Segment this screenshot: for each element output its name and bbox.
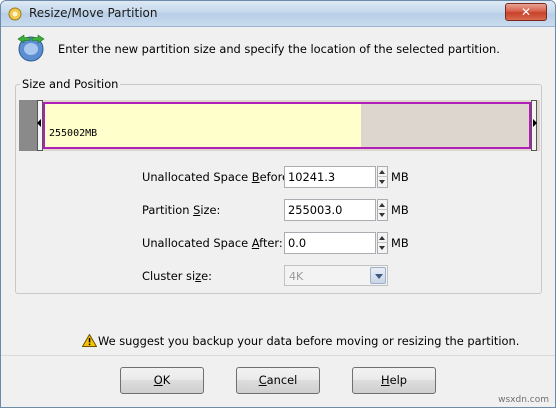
arrow-left-icon xyxy=(37,119,41,127)
spin-up-button[interactable] xyxy=(378,167,387,177)
partition-icon xyxy=(8,7,22,21)
watermark: wsxdn.com xyxy=(498,395,549,405)
partition-size-spin-buttons xyxy=(377,199,388,221)
chevron-down-icon[interactable] xyxy=(370,267,386,284)
resize-partition-icon xyxy=(15,31,47,63)
unit-label: MB xyxy=(391,203,409,217)
help-button[interactable]: Help xyxy=(352,367,436,394)
warning-icon xyxy=(81,333,98,347)
unallocated-before-block xyxy=(19,100,37,151)
unalloc-after-label: Unallocated Space After: xyxy=(142,236,283,250)
ok-button[interactable]: OK xyxy=(120,367,204,394)
backup-warning: We suggest you backup your data before m… xyxy=(81,333,520,348)
window-title: Resize/Move Partition xyxy=(29,6,158,20)
spin-down-button[interactable] xyxy=(378,243,387,253)
spin-up-button[interactable] xyxy=(378,200,387,210)
partition-size-label-text: Partition Size: xyxy=(142,203,221,217)
spin-down-button[interactable] xyxy=(378,177,387,187)
dialog-header: Enter the new partition size and specify… xyxy=(1,27,555,69)
unalloc-before-spin-buttons xyxy=(377,166,388,188)
warning-text: We suggest you backup your data before m… xyxy=(98,334,520,348)
unalloc-after-input[interactable] xyxy=(284,232,376,254)
unalloc-before-label: Unallocated Space Before: xyxy=(142,170,293,184)
footer-separator xyxy=(1,355,555,356)
partition-size-input[interactable] xyxy=(284,199,376,221)
instruction-text: Enter the new partition size and specify… xyxy=(58,42,500,56)
right-resize-handle[interactable] xyxy=(531,100,537,151)
partition-used-space xyxy=(45,104,361,147)
unalloc-before-input[interactable] xyxy=(284,166,376,188)
partition-block[interactable]: 255002MB xyxy=(43,102,531,149)
cluster-size-label: Cluster size: xyxy=(142,269,212,283)
unit-label: MB xyxy=(391,170,409,184)
cluster-size-select[interactable]: 4K xyxy=(284,265,388,286)
group-legend: Size and Position xyxy=(20,77,121,91)
spin-down-button[interactable] xyxy=(378,210,387,220)
partition-size-spinner xyxy=(284,199,388,221)
partition-map: 255002MB xyxy=(19,100,540,151)
unalloc-before-spinner xyxy=(284,166,388,188)
title-bar[interactable]: Resize/Move Partition ✕ xyxy=(1,1,555,27)
unalloc-after-spinner xyxy=(284,232,388,254)
unit-label: MB xyxy=(391,236,409,250)
unalloc-after-spin-buttons xyxy=(377,232,388,254)
cluster-size-value: 4K xyxy=(289,270,304,283)
arrow-right-icon xyxy=(533,119,537,127)
close-button[interactable]: ✕ xyxy=(505,3,547,21)
close-icon: ✕ xyxy=(520,5,532,19)
spin-up-button[interactable] xyxy=(378,233,387,243)
resize-move-dialog: Resize/Move Partition ✕ Enter the new pa… xyxy=(0,0,556,408)
partition-size-label: 255002MB xyxy=(49,128,98,139)
cancel-button[interactable]: Cancel xyxy=(236,367,320,394)
